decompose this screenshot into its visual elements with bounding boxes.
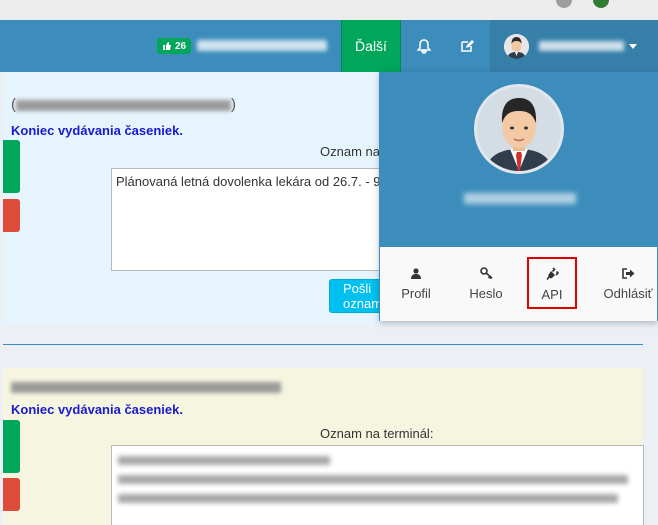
browser-extension-icon[interactable] [556,0,572,8]
user-full-name [464,193,576,204]
chevron-down-icon [629,43,637,49]
logout-link[interactable]: Odhlásiť [600,265,656,303]
next-button[interactable]: Ďalší [341,20,401,72]
user-avatar-large [474,84,564,174]
panel-title [11,378,281,395]
key-icon [479,267,493,279]
status-text: Koniec vydávania časeniek. [11,402,183,417]
status-text: Koniec vydávania časeniek. [11,123,183,138]
browser-profile-icon[interactable] [593,0,609,8]
user-header [380,72,657,247]
stop-button[interactable] [3,478,20,511]
profile-link[interactable]: Profil [394,265,438,303]
kudos-count: 26 [175,40,187,52]
bell-icon [417,38,431,54]
notice-label: Oznam na terminál: [320,426,434,441]
notifications-button[interactable] [414,36,434,56]
user-name [539,41,624,51]
stop-button[interactable] [3,199,20,232]
browser-strip [0,0,658,20]
sign-out-icon [621,267,634,279]
user-icon [411,267,421,279]
user-menu-toggle[interactable] [490,20,658,72]
user-dropdown-footer: Profil Heslo API Odhlásiť [380,247,657,321]
organization-name [197,40,327,51]
user-avatar [504,33,529,59]
api-highlight-box [527,257,577,309]
thumbs-up-icon [163,42,171,50]
user-dropdown: Profil Heslo API Odhlásiť [379,72,658,321]
top-navbar: 26 Ďalší [0,20,658,72]
panel-title: () [11,96,236,113]
start-button[interactable] [3,140,20,193]
password-link[interactable]: Heslo [464,265,508,303]
start-button[interactable] [3,420,20,473]
edit-button[interactable] [457,36,477,56]
notice-textarea[interactable] [111,445,644,525]
edit-icon [461,40,474,52]
kudos-badge[interactable]: 26 [157,38,192,54]
terminal-panel: Koniec vydávania časeniek. Oznam na term… [3,368,644,525]
divider [3,344,643,345]
